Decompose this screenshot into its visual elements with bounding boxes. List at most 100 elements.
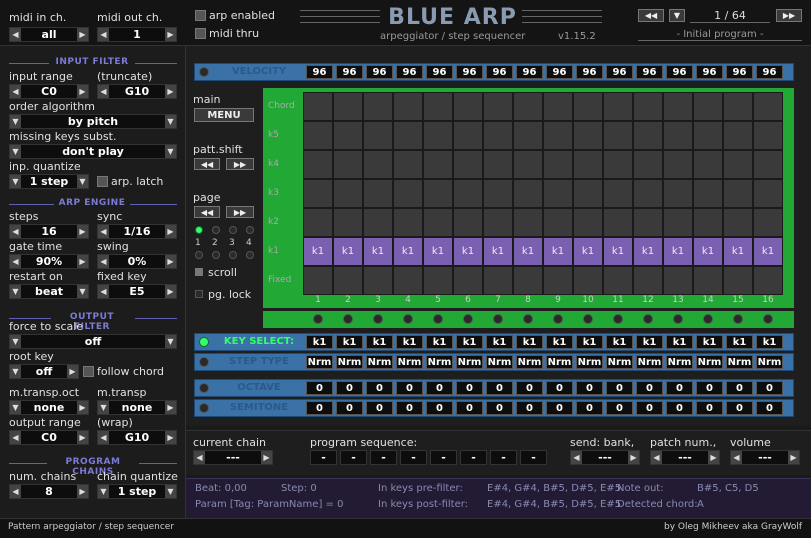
grid-cell[interactable] [753, 92, 783, 121]
grid-cell[interactable] [453, 208, 483, 237]
chevron-left-icon[interactable]: ◀ [98, 255, 109, 268]
grid-cell-k1[interactable]: k1 [693, 237, 723, 266]
patt-shift-right-button[interactable]: ▶▶ [226, 158, 254, 170]
mtransp-select[interactable]: ▼ none ▶ [97, 400, 177, 415]
restart-on-select[interactable]: ▼ beat ▼ [9, 284, 89, 299]
param-cell[interactable]: 0 [576, 401, 603, 415]
octave-led[interactable] [199, 383, 209, 393]
grid-cell[interactable] [663, 179, 693, 208]
grid-cell-k1[interactable]: k1 [543, 237, 573, 266]
fixed-key-select[interactable]: ◀ E5 ▶ [97, 284, 177, 299]
grid-cell[interactable] [693, 179, 723, 208]
param-cell[interactable]: Nrm [606, 355, 633, 369]
velocity-cell[interactable]: 96 [336, 65, 363, 79]
step-led[interactable] [733, 314, 743, 324]
param-cell[interactable]: 0 [456, 401, 483, 415]
chevron-down-icon[interactable]: ▼ [165, 485, 176, 498]
chevron-right-icon[interactable]: ▶ [77, 85, 88, 98]
page-dot[interactable] [229, 226, 237, 234]
chevron-left-icon[interactable]: ◀ [10, 431, 21, 444]
grid-cell[interactable] [333, 266, 363, 295]
param-cell[interactable]: 0 [516, 381, 543, 395]
param-cell[interactable]: Nrm [726, 355, 753, 369]
param-cell[interactable]: 0 [726, 381, 753, 395]
chevron-down-icon[interactable]: ▼ [165, 115, 176, 128]
chevron-left-icon[interactable]: ◀ [10, 485, 21, 498]
input-range-high-select[interactable]: ◀ G10 ▶ [97, 84, 177, 99]
key-select-led[interactable] [199, 337, 209, 347]
step-type-led[interactable] [199, 357, 209, 367]
chevron-right-icon[interactable]: ▶ [77, 431, 88, 444]
program-sequence-slot[interactable]: - [370, 450, 397, 465]
chevron-left-icon[interactable]: ◀ [10, 28, 21, 41]
chevron-down-icon[interactable]: ▼ [98, 485, 109, 498]
chevron-right-icon[interactable]: ▶ [77, 28, 88, 41]
step-led[interactable] [613, 314, 623, 324]
grid-cell[interactable] [693, 266, 723, 295]
param-cell[interactable]: Nrm [366, 355, 393, 369]
chevron-left-icon[interactable]: ◀ [194, 451, 205, 464]
grid-cell[interactable] [663, 150, 693, 179]
grid-cell-k1[interactable]: k1 [483, 237, 513, 266]
param-cell[interactable]: k1 [606, 335, 633, 349]
step-led[interactable] [403, 314, 413, 324]
grid-cell[interactable] [453, 121, 483, 150]
param-cell[interactable]: 0 [306, 381, 333, 395]
param-cell[interactable]: k1 [396, 335, 423, 349]
param-cell[interactable]: k1 [576, 335, 603, 349]
step-led[interactable] [673, 314, 683, 324]
chevron-left-icon[interactable]: ◀ [10, 225, 21, 238]
chevron-right-icon[interactable]: ▶ [77, 485, 88, 498]
grid-cell-k1[interactable]: k1 [573, 237, 603, 266]
param-cell[interactable]: 0 [606, 381, 633, 395]
output-range-low-select[interactable]: ◀ C0 ▶ [9, 430, 89, 445]
arp-latch-checkbox[interactable] [97, 176, 108, 187]
param-cell[interactable]: 0 [696, 401, 723, 415]
scroll-checkbox[interactable] [195, 268, 203, 276]
grid-cell[interactable] [303, 266, 333, 295]
chevron-right-icon[interactable]: ▶ [165, 431, 176, 444]
grid-cell[interactable] [603, 208, 633, 237]
param-cell[interactable]: 0 [606, 401, 633, 415]
grid-cell[interactable] [573, 92, 603, 121]
velocity-cell[interactable]: 96 [546, 65, 573, 79]
grid-cell[interactable] [303, 150, 333, 179]
param-cell[interactable]: 0 [636, 381, 663, 395]
chevron-left-icon[interactable]: ◀ [98, 431, 109, 444]
chevron-down-icon[interactable]: ▼ [10, 145, 21, 158]
program-sequence-slot[interactable]: - [490, 450, 517, 465]
velocity-cell[interactable]: 96 [636, 65, 663, 79]
grid-cell-k1[interactable]: k1 [723, 237, 753, 266]
patt-shift-left-button[interactable]: ◀◀ [194, 158, 220, 170]
steps-select[interactable]: ◀ 16 ▶ [9, 224, 89, 239]
param-cell[interactable]: k1 [426, 335, 453, 349]
chevron-left-icon[interactable]: ◀ [651, 451, 662, 464]
param-cell[interactable]: 0 [456, 381, 483, 395]
grid-cell[interactable] [603, 121, 633, 150]
grid-cell[interactable] [453, 92, 483, 121]
grid-cell[interactable] [393, 121, 423, 150]
midi-out-select[interactable]: ◀ 1 ▶ [97, 27, 177, 42]
grid-cell[interactable] [723, 150, 753, 179]
grid-cell-k1[interactable]: k1 [603, 237, 633, 266]
param-cell[interactable]: 0 [426, 381, 453, 395]
param-cell[interactable]: 0 [336, 401, 363, 415]
semitone-led[interactable] [199, 403, 209, 413]
next-program-button[interactable]: ▶▶ [776, 9, 802, 22]
grid-cell[interactable] [483, 121, 513, 150]
grid-cell[interactable] [393, 208, 423, 237]
grid-cell[interactable] [753, 150, 783, 179]
page-dot-lower[interactable] [246, 251, 254, 259]
param-cell[interactable]: k1 [366, 335, 393, 349]
chevron-left-icon[interactable]: ◀ [98, 225, 109, 238]
grid-cell[interactable] [363, 121, 393, 150]
program-name[interactable]: - Initial program - [638, 29, 802, 41]
grid-cell[interactable] [513, 266, 543, 295]
chevron-right-icon[interactable]: ▶ [165, 85, 176, 98]
param-cell[interactable]: Nrm [756, 355, 783, 369]
step-led[interactable] [523, 314, 533, 324]
chevron-right-icon[interactable]: ▶ [708, 451, 719, 464]
grid-cell-k1[interactable]: k1 [753, 237, 783, 266]
chevron-right-icon[interactable]: ▶ [261, 451, 272, 464]
midi-thru-checkbox[interactable] [195, 28, 206, 39]
